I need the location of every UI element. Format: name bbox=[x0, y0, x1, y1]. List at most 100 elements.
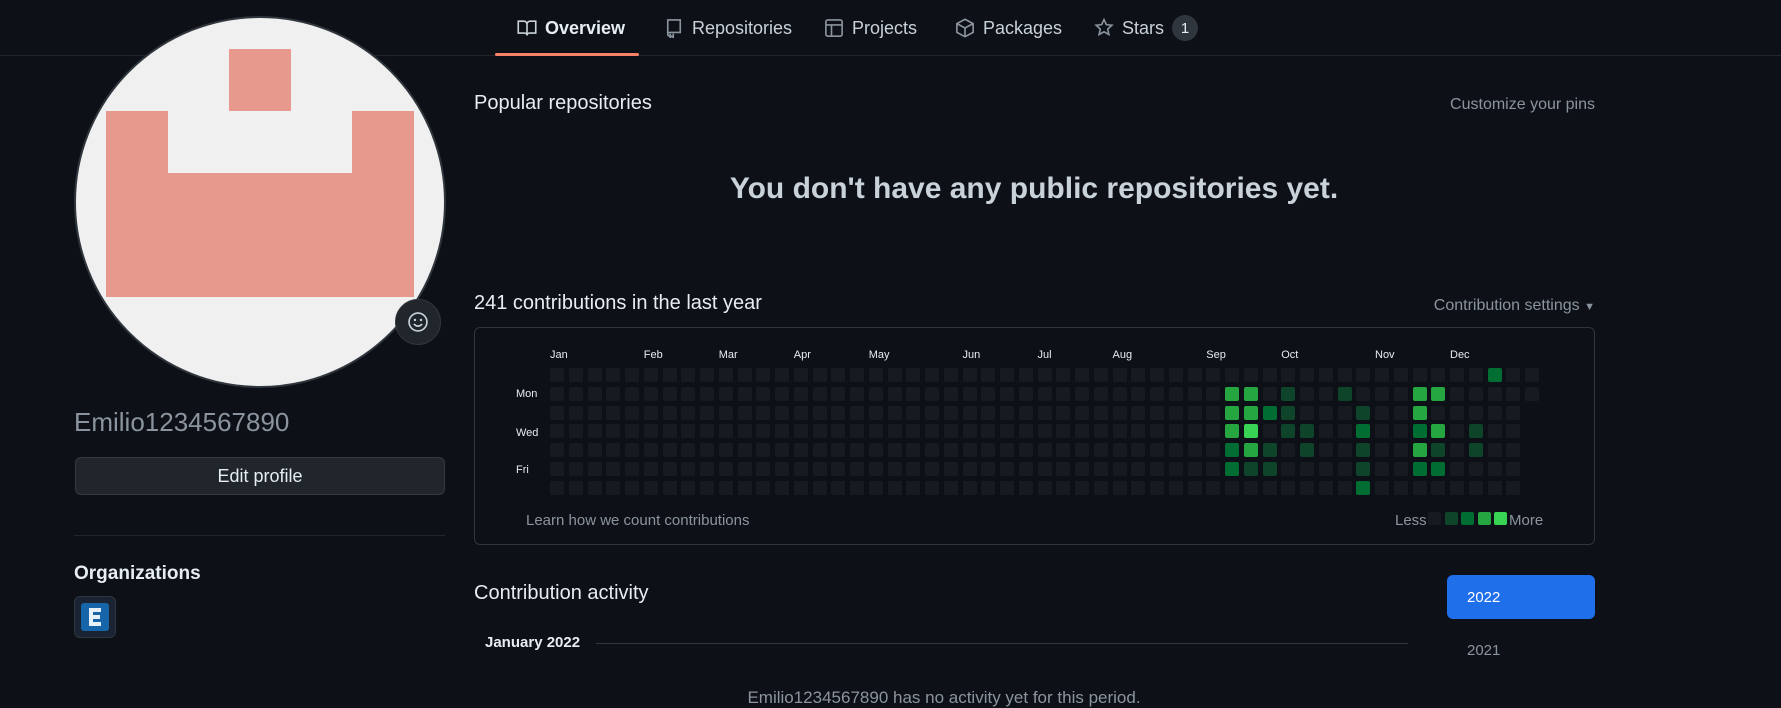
contribution-cell[interactable] bbox=[1356, 443, 1371, 457]
tab-projects[interactable]: Projects bbox=[824, 0, 917, 56]
contribution-cell[interactable] bbox=[1300, 386, 1314, 401]
contribution-cell[interactable] bbox=[887, 424, 902, 439]
learn-contributions-link[interactable]: Learn how we count contributions bbox=[526, 512, 749, 529]
contribution-cell[interactable] bbox=[1093, 424, 1108, 439]
contribution-cell[interactable] bbox=[1131, 443, 1146, 457]
contribution-cell[interactable] bbox=[1525, 368, 1539, 382]
contribution-cell[interactable] bbox=[925, 461, 939, 476]
contribution-cell[interactable] bbox=[850, 461, 864, 476]
contribution-cell[interactable] bbox=[887, 461, 902, 476]
contribution-cell[interactable] bbox=[1150, 368, 1164, 382]
contribution-cell[interactable] bbox=[831, 405, 846, 420]
contribution-cell[interactable] bbox=[1300, 480, 1314, 495]
contribution-cell[interactable] bbox=[1075, 443, 1089, 457]
contribution-cell[interactable] bbox=[793, 480, 808, 495]
contribution-cell[interactable] bbox=[1468, 424, 1483, 439]
contribution-cell[interactable] bbox=[1075, 386, 1089, 401]
contribution-cell[interactable] bbox=[850, 368, 864, 382]
contribution-cell[interactable] bbox=[550, 405, 564, 420]
contribution-cell[interactable] bbox=[568, 443, 583, 457]
contribution-cell[interactable] bbox=[962, 461, 977, 476]
contribution-cell[interactable] bbox=[1131, 480, 1146, 495]
contribution-cell[interactable] bbox=[1150, 461, 1164, 476]
contribution-cell[interactable] bbox=[568, 480, 583, 495]
contribution-cell[interactable] bbox=[1037, 368, 1052, 382]
contribution-cell[interactable] bbox=[1000, 443, 1014, 457]
contribution-cell[interactable] bbox=[550, 480, 564, 495]
contribution-cell[interactable] bbox=[775, 443, 789, 457]
contribution-cell[interactable] bbox=[1112, 443, 1127, 457]
contribution-cell[interactable] bbox=[1337, 443, 1352, 457]
contribution-cell[interactable] bbox=[662, 480, 677, 495]
contribution-cell[interactable] bbox=[981, 443, 996, 457]
contribution-cell[interactable] bbox=[568, 405, 583, 420]
contribution-cell[interactable] bbox=[1487, 424, 1502, 439]
contribution-cell[interactable] bbox=[1281, 443, 1296, 457]
contribution-cell[interactable] bbox=[718, 480, 733, 495]
contribution-cell[interactable] bbox=[1450, 424, 1464, 439]
contribution-cell[interactable] bbox=[1000, 424, 1014, 439]
contribution-cell[interactable] bbox=[1187, 480, 1202, 495]
contribution-settings-dropdown[interactable]: Contribution settings ▼ bbox=[1434, 297, 1595, 315]
contribution-cell[interactable] bbox=[1187, 443, 1202, 457]
contribution-cell[interactable] bbox=[1150, 405, 1164, 420]
contribution-cell[interactable] bbox=[925, 480, 939, 495]
contribution-cell[interactable] bbox=[1450, 461, 1464, 476]
contribution-cell[interactable] bbox=[700, 386, 714, 401]
contribution-cell[interactable] bbox=[606, 405, 621, 420]
contribution-cell[interactable] bbox=[1037, 461, 1052, 476]
contribution-cell[interactable] bbox=[906, 443, 921, 457]
contribution-cell[interactable] bbox=[1281, 424, 1296, 439]
tab-overview[interactable]: Overview bbox=[517, 0, 625, 56]
contribution-cell[interactable] bbox=[1337, 386, 1352, 401]
contribution-cell[interactable] bbox=[943, 480, 958, 495]
contribution-cell[interactable] bbox=[1112, 386, 1127, 401]
contribution-cell[interactable] bbox=[981, 461, 996, 476]
contribution-cell[interactable] bbox=[1431, 405, 1446, 420]
contribution-cell[interactable] bbox=[868, 443, 883, 457]
contribution-cell[interactable] bbox=[1412, 461, 1427, 476]
contribution-cell[interactable] bbox=[1093, 368, 1108, 382]
contribution-cell[interactable] bbox=[1375, 368, 1389, 382]
contribution-cell[interactable] bbox=[943, 424, 958, 439]
contribution-cell[interactable] bbox=[1450, 368, 1464, 382]
contribution-cell[interactable] bbox=[962, 405, 977, 420]
contribution-cell[interactable] bbox=[1131, 386, 1146, 401]
contribution-cell[interactable] bbox=[718, 368, 733, 382]
contribution-cell[interactable] bbox=[793, 405, 808, 420]
contribution-cell[interactable] bbox=[1262, 424, 1277, 439]
contribution-cell[interactable] bbox=[625, 480, 639, 495]
contribution-cell[interactable] bbox=[1243, 480, 1258, 495]
contribution-cell[interactable] bbox=[1093, 461, 1108, 476]
contribution-cell[interactable] bbox=[812, 424, 827, 439]
contribution-cell[interactable] bbox=[1150, 443, 1164, 457]
contribution-cell[interactable] bbox=[756, 386, 771, 401]
contribution-cell[interactable] bbox=[831, 386, 846, 401]
contribution-cell[interactable] bbox=[1168, 443, 1183, 457]
contribution-cell[interactable] bbox=[681, 443, 696, 457]
contribution-cell[interactable] bbox=[1187, 368, 1202, 382]
contribution-cell[interactable] bbox=[943, 386, 958, 401]
contribution-cell[interactable] bbox=[962, 368, 977, 382]
contribution-cell[interactable] bbox=[1150, 424, 1164, 439]
contribution-cell[interactable] bbox=[587, 424, 602, 439]
contribution-cell[interactable] bbox=[756, 461, 771, 476]
contribution-cell[interactable] bbox=[812, 386, 827, 401]
contribution-cell[interactable] bbox=[1018, 443, 1033, 457]
contribution-cell[interactable] bbox=[943, 443, 958, 457]
year-filter-2021[interactable]: 2021 bbox=[1447, 628, 1595, 672]
contribution-cell[interactable] bbox=[1075, 424, 1089, 439]
set-status-button[interactable] bbox=[395, 299, 441, 345]
contribution-cell[interactable] bbox=[793, 368, 808, 382]
contribution-cell[interactable] bbox=[850, 443, 864, 457]
contribution-cell[interactable] bbox=[1300, 424, 1314, 439]
contribution-cell[interactable] bbox=[1168, 405, 1183, 420]
contribution-cell[interactable] bbox=[625, 461, 639, 476]
tab-stars[interactable]: Stars 1 bbox=[1094, 0, 1199, 56]
contribution-cell[interactable] bbox=[1056, 480, 1071, 495]
contribution-cell[interactable] bbox=[1187, 405, 1202, 420]
contribution-cell[interactable] bbox=[700, 480, 714, 495]
contribution-cell[interactable] bbox=[643, 480, 658, 495]
contribution-cell[interactable] bbox=[1393, 386, 1408, 401]
contribution-cell[interactable] bbox=[775, 461, 789, 476]
